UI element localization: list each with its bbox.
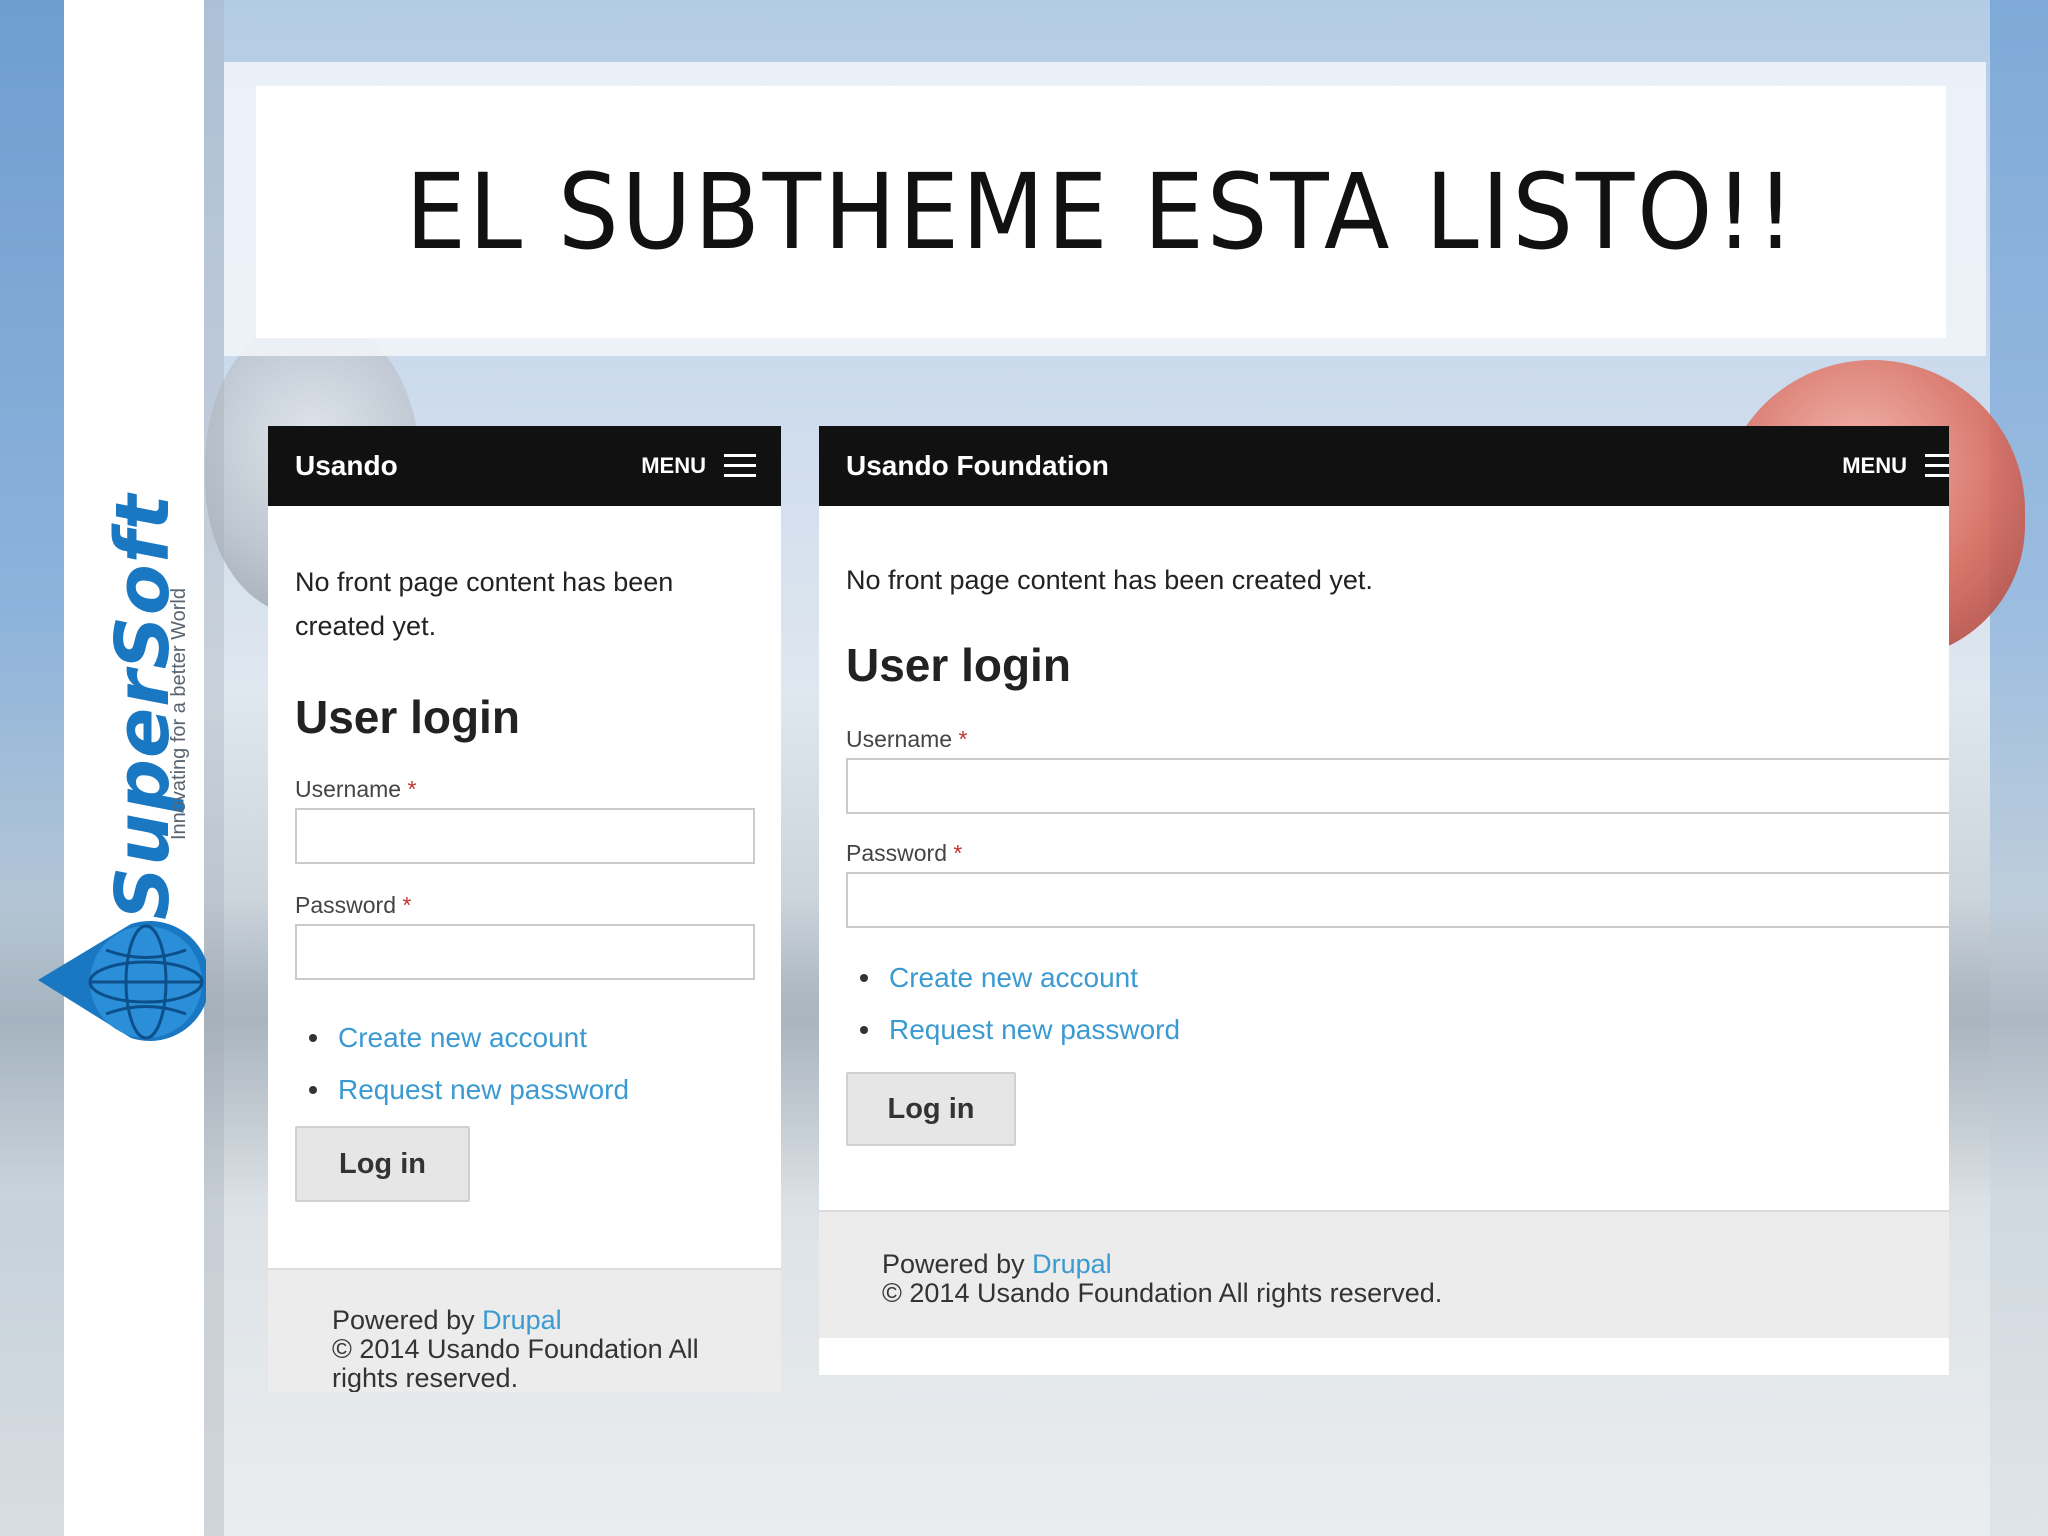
drupal-link[interactable]: Drupal [1032,1249,1112,1279]
password-label: Password * [295,892,411,919]
password-label-text: Password [295,892,396,918]
hamburger-icon[interactable] [724,454,756,478]
username-label-text: Username [846,726,953,752]
account-links: Create new account Request new password [295,1012,755,1116]
front-page-message: No front page content has been created y… [295,567,674,641]
drupal-link[interactable]: Drupal [482,1305,562,1335]
username-label: Username * [846,726,967,753]
required-marker: * [402,892,412,918]
required-marker: * [953,840,963,866]
logo-strip-shadow [204,0,224,1536]
password-field[interactable] [295,924,755,980]
username-label-text: Username [295,776,402,802]
footer-copyright: © 2014 Usando Foundation All rights rese… [332,1334,699,1393]
footer-text: Powered by Drupal © 2014 Usando Foundati… [882,1250,1442,1308]
background-sky-left [0,0,66,1536]
site-brand[interactable]: Usando [295,426,398,506]
user-login-heading: User login [295,691,520,743]
front-page-message: No front page content has been created y… [846,565,1373,595]
password-label: Password * [846,840,962,867]
required-marker: * [958,726,968,752]
background-sky-right [1990,0,2048,1536]
account-links: Create new account Request new password [846,952,1646,1056]
hamburger-icon[interactable] [1925,454,1949,478]
slide-title: EL SUBTHEME ESTA LISTO!! [405,151,1797,273]
username-field[interactable] [295,808,755,864]
password-field[interactable] [846,872,1949,928]
request-password-link[interactable]: Request new password [295,1064,755,1116]
required-marker: * [407,776,417,802]
request-password-link[interactable]: Request new password [846,1004,1646,1056]
menu-button[interactable]: MENU [1842,426,1907,506]
create-account-link[interactable]: Create new account [295,1012,755,1064]
password-label-text: Password [846,840,947,866]
title-box: EL SUBTHEME ESTA LISTO!! [256,86,1946,338]
site-brand[interactable]: Usando Foundation [846,426,1109,506]
create-account-link[interactable]: Create new account [846,952,1646,1004]
login-button[interactable]: Log in [295,1126,470,1202]
footer-powered: Powered by [882,1249,1025,1279]
footer-powered: Powered by [332,1305,475,1335]
footer: Powered by Drupal © 2014 Usando Foundati… [268,1268,781,1392]
desktop-screenshot: Usando Foundation MENU No front page con… [819,426,1949,1375]
username-label: Username * [295,776,416,803]
globe-drop-icon [38,921,206,1041]
footer: Powered by Drupal © 2014 Usando Foundati… [819,1210,1949,1338]
login-button[interactable]: Log in [846,1072,1016,1146]
footer-copyright: © 2014 Usando Foundation All rights rese… [882,1278,1443,1308]
user-login-heading: User login [846,639,1071,691]
username-field[interactable] [846,758,1949,814]
mobile-screenshot: Usando MENU No front page content has be… [268,426,781,1392]
menu-button[interactable]: MENU [641,426,706,506]
logo-tagline: Innovating for a better World [168,588,190,840]
footer-text: Powered by Drupal © 2014 Usando Foundati… [332,1305,752,1393]
top-bar: Usando MENU [268,426,781,506]
top-bar: Usando Foundation MENU [819,426,1949,506]
